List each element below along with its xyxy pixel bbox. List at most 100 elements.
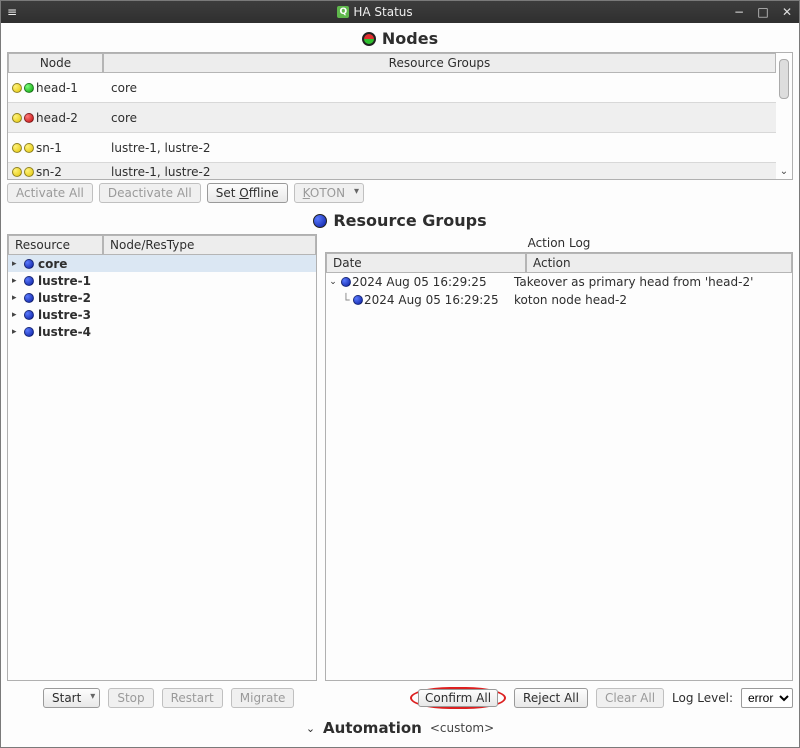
rg-section-title: Resource Groups: [7, 211, 793, 230]
nodes-row[interactable]: sn-2 lustre-1, lustre-2: [8, 163, 776, 179]
resource-name: lustre-2: [38, 291, 91, 305]
resource-name: lustre-1: [38, 274, 91, 288]
resource-row[interactable]: ▸ core: [8, 255, 316, 272]
log-col-date[interactable]: Date: [326, 253, 526, 273]
confirm-all-button[interactable]: Confirm All: [418, 689, 498, 707]
node-rg: lustre-1, lustre-2: [103, 141, 776, 155]
status-dot-icon: [24, 143, 34, 153]
reject-all-button[interactable]: Reject All: [514, 688, 588, 708]
collapse-icon[interactable]: ⌄: [326, 277, 340, 287]
nodes-title-text: Nodes: [382, 29, 438, 48]
rg-bottom-actions: Start Stop Restart Migrate Confirm All R…: [7, 687, 793, 709]
expand-icon[interactable]: ▸: [12, 310, 20, 320]
app-menu-icon[interactable]: ≡: [1, 5, 23, 19]
log-action: Takeover as primary head from 'head-2': [510, 275, 792, 289]
node-name: sn-1: [36, 141, 62, 155]
nodes-col-rg[interactable]: Resource Groups: [103, 53, 776, 73]
rg-title-text: Resource Groups: [333, 211, 486, 230]
titlebar: ≡ Q HA Status − □ ✕: [1, 1, 799, 23]
set-offline-button[interactable]: Set Offline: [207, 183, 288, 203]
confirm-highlight: Confirm All: [410, 687, 506, 709]
action-log-title: Action Log: [325, 234, 793, 252]
resource-panel: Resource Node/ResType ▸ core ▸ lustre-1: [7, 234, 317, 681]
resource-dot-icon: [24, 310, 34, 320]
log-row[interactable]: ⌄ 2024 Aug 05 16:29:25 Takeover as prima…: [326, 273, 792, 291]
nodes-scrollbar[interactable]: ⌄: [776, 53, 792, 179]
log-row[interactable]: └ 2024 Aug 05 16:29:25 koton node head-2: [326, 291, 792, 309]
status-dot-icon: [12, 113, 22, 123]
stop-button[interactable]: Stop: [108, 688, 153, 708]
log-level-label: Log Level:: [672, 691, 733, 705]
node-rg: core: [103, 111, 776, 125]
resource-dot-icon: [24, 293, 34, 303]
nodes-orb-icon: [362, 32, 376, 46]
nodes-panel: Node Resource Groups head-1 core: [7, 52, 793, 180]
node-rg: core: [103, 81, 776, 95]
log-col-action[interactable]: Action: [526, 253, 792, 273]
node-name: sn-2: [36, 165, 62, 179]
node-name: head-1: [36, 81, 78, 95]
nodes-table-header: Node Resource Groups: [8, 53, 776, 73]
activate-all-button[interactable]: Activate All: [7, 183, 93, 203]
tree-line-icon: └: [340, 293, 352, 307]
minimize-button[interactable]: −: [727, 1, 751, 23]
scroll-thumb[interactable]: [779, 59, 789, 99]
status-dot-icon: [24, 113, 34, 123]
maximize-button[interactable]: □: [751, 1, 775, 23]
resource-name: core: [38, 257, 67, 271]
resource-row[interactable]: ▸ lustre-2: [8, 289, 316, 306]
log-dot-icon: [353, 295, 363, 305]
resource-name: lustre-3: [38, 308, 91, 322]
expand-icon[interactable]: ▸: [12, 259, 20, 269]
expand-icon[interactable]: ▸: [12, 276, 20, 286]
action-log-table: Date Action ⌄ 2024 Aug 05 16:29:25 Takeo…: [325, 252, 793, 681]
rg-orb-icon: [313, 214, 327, 228]
nodes-row[interactable]: head-1 core: [8, 73, 776, 103]
chevron-down-icon: ⌄: [306, 722, 315, 735]
nodes-section-title: Nodes: [7, 29, 793, 48]
node-actions: Activate All Deactivate All Set Offline …: [7, 183, 793, 203]
nodes-table: Node Resource Groups head-1 core: [8, 53, 776, 179]
resource-row[interactable]: ▸ lustre-4: [8, 323, 316, 340]
resource-dot-icon: [24, 259, 34, 269]
koton-select[interactable]: KOTON: [294, 183, 364, 203]
window-title-text: HA Status: [353, 5, 412, 19]
resource-dot-icon: [24, 327, 34, 337]
resource-header: Resource Node/ResType: [8, 235, 316, 255]
automation-label: Automation: [323, 719, 422, 737]
node-name: head-2: [36, 111, 78, 125]
nodes-row[interactable]: head-2 core: [8, 103, 776, 133]
clear-all-button[interactable]: Clear All: [596, 688, 664, 708]
automation-custom: <custom>: [430, 721, 494, 735]
start-select[interactable]: Start: [43, 688, 100, 708]
deactivate-all-button[interactable]: Deactivate All: [99, 183, 201, 203]
status-dot-icon: [12, 167, 22, 177]
resource-dot-icon: [24, 276, 34, 286]
nodes-col-node[interactable]: Node: [8, 53, 103, 73]
node-rg: lustre-1, lustre-2: [103, 165, 776, 179]
automation-header[interactable]: ⌄ Automation <custom>: [7, 715, 793, 741]
log-date: 2024 Aug 05 16:29:25: [364, 293, 510, 307]
resource-row[interactable]: ▸ lustre-1: [8, 272, 316, 289]
expand-icon[interactable]: ▸: [12, 327, 20, 337]
log-date: 2024 Aug 05 16:29:25: [352, 275, 510, 289]
scroll-down-icon[interactable]: ⌄: [780, 166, 788, 179]
action-log-panel: Action Log Date Action ⌄ 2024 Aug 05 16:…: [325, 234, 793, 681]
app-icon: Q: [337, 6, 349, 18]
restart-button[interactable]: Restart: [162, 688, 223, 708]
resource-col-resource[interactable]: Resource: [8, 235, 103, 255]
status-dot-icon: [24, 83, 34, 93]
log-level-select[interactable]: error: [741, 688, 793, 708]
resource-name: lustre-4: [38, 325, 91, 339]
log-action: koton node head-2: [510, 293, 792, 307]
resource-col-restype[interactable]: Node/ResType: [103, 235, 316, 255]
status-dot-icon: [12, 143, 22, 153]
close-button[interactable]: ✕: [775, 1, 799, 23]
status-dot-icon: [24, 167, 34, 177]
app-window: ≡ Q HA Status − □ ✕ Nodes Node Resource …: [0, 0, 800, 748]
resource-row[interactable]: ▸ lustre-3: [8, 306, 316, 323]
status-dot-icon: [12, 83, 22, 93]
expand-icon[interactable]: ▸: [12, 293, 20, 303]
nodes-row[interactable]: sn-1 lustre-1, lustre-2: [8, 133, 776, 163]
migrate-button[interactable]: Migrate: [231, 688, 295, 708]
